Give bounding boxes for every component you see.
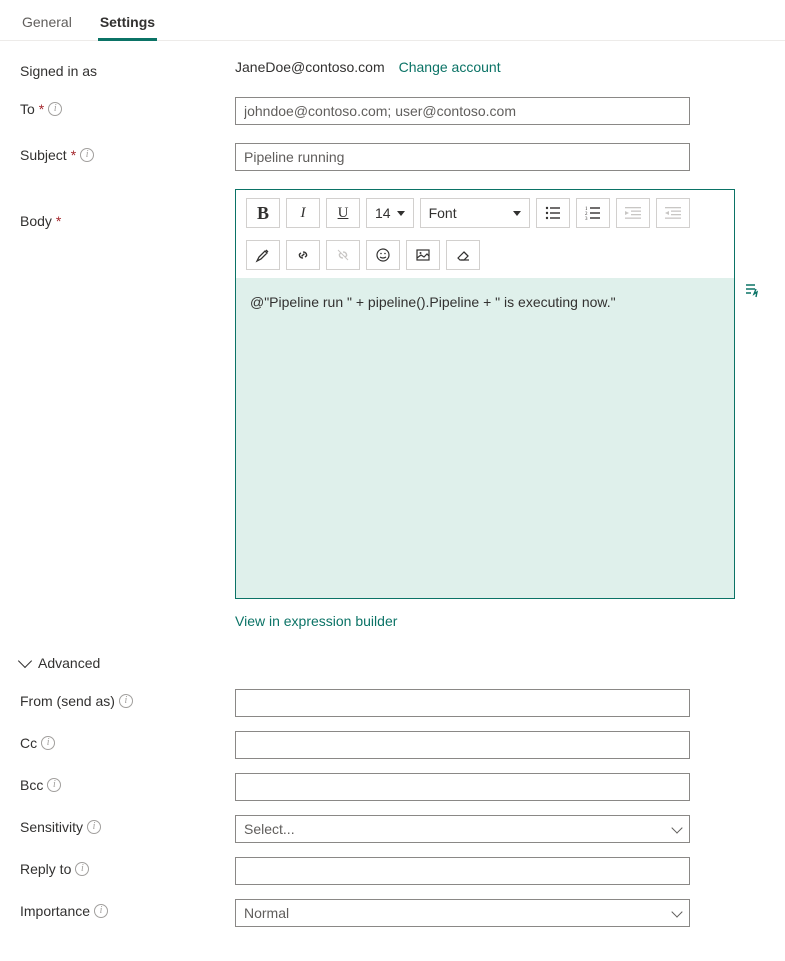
to-label: To	[20, 101, 35, 117]
info-icon[interactable]: i	[87, 820, 101, 834]
body-label: Body	[20, 213, 52, 229]
change-account-link[interactable]: Change account	[399, 59, 501, 75]
eraser-icon	[455, 247, 471, 263]
from-input[interactable]	[235, 689, 690, 717]
advanced-label: Advanced	[38, 655, 100, 671]
subject-label: Subject	[20, 147, 67, 163]
subject-input[interactable]	[235, 143, 690, 171]
image-button[interactable]	[406, 240, 440, 270]
row-to: To * i	[20, 97, 765, 125]
row-importance: Importance i Normal	[20, 899, 765, 927]
italic-button[interactable]: I	[286, 198, 320, 228]
tab-settings[interactable]: Settings	[98, 8, 157, 40]
outdent-icon	[625, 206, 641, 220]
bullet-list-button[interactable]	[536, 198, 570, 228]
bullet-list-icon	[545, 206, 561, 220]
cc-label: Cc	[20, 735, 37, 751]
view-expression-link[interactable]: View in expression builder	[235, 613, 735, 629]
info-icon[interactable]: i	[80, 148, 94, 162]
tabs-bar: General Settings	[0, 0, 785, 41]
chevron-down-icon	[671, 906, 682, 917]
chevron-down-icon	[18, 654, 32, 668]
svg-text:3: 3	[585, 217, 588, 220]
info-icon[interactable]: i	[47, 778, 61, 792]
chevron-down-icon	[671, 822, 682, 833]
sensitivity-label: Sensitivity	[20, 819, 83, 835]
emoji-button[interactable]	[366, 240, 400, 270]
info-icon[interactable]: i	[41, 736, 55, 750]
bcc-label: Bcc	[20, 777, 43, 793]
highlighter-icon	[255, 247, 271, 263]
indent-button[interactable]	[656, 198, 690, 228]
unlink-icon	[335, 247, 351, 263]
to-input[interactable]	[235, 97, 690, 125]
row-reply-to: Reply to i	[20, 857, 765, 885]
from-label: From (send as)	[20, 693, 115, 709]
outdent-button[interactable]	[616, 198, 650, 228]
cc-input[interactable]	[235, 731, 690, 759]
font-select[interactable]: Font	[420, 198, 530, 228]
sensitivity-value: Select...	[244, 821, 295, 837]
row-body: Body * B I U 14 Font	[20, 189, 765, 629]
highlighter-button[interactable]	[246, 240, 280, 270]
row-cc: Cc i	[20, 731, 765, 759]
row-subject: Subject * i	[20, 143, 765, 171]
emoji-icon	[375, 247, 391, 263]
signed-in-label: Signed in as	[20, 59, 235, 79]
indent-icon	[665, 206, 681, 220]
row-bcc: Bcc i	[20, 773, 765, 801]
link-button[interactable]	[286, 240, 320, 270]
reply-to-label: Reply to	[20, 861, 71, 877]
body-textarea[interactable]: @"Pipeline run " + pipeline().Pipeline +…	[236, 278, 734, 598]
signed-in-email: JaneDoe@contoso.com	[235, 59, 385, 75]
importance-value: Normal	[244, 905, 289, 921]
row-sensitivity: Sensitivity i Select...	[20, 815, 765, 843]
required-asterisk: *	[71, 147, 76, 163]
info-icon[interactable]: i	[94, 904, 108, 918]
settings-form: Signed in as JaneDoe@contoso.com Change …	[0, 41, 785, 961]
reply-to-input[interactable]	[235, 857, 690, 885]
required-asterisk: *	[56, 213, 61, 229]
importance-select[interactable]: Normal	[235, 899, 690, 927]
underline-button[interactable]: U	[326, 198, 360, 228]
image-icon	[415, 247, 431, 263]
fontsize-select[interactable]: 14	[366, 198, 414, 228]
number-list-button[interactable]: 123	[576, 198, 610, 228]
editor-toolbar: B I U 14 Font 123	[236, 190, 734, 278]
required-asterisk: *	[39, 101, 44, 117]
advanced-toggle[interactable]: Advanced	[20, 655, 765, 671]
dynamic-content-button[interactable]	[743, 281, 761, 299]
bcc-input[interactable]	[235, 773, 690, 801]
sensitivity-select[interactable]: Select...	[235, 815, 690, 843]
info-icon[interactable]: i	[75, 862, 89, 876]
body-editor: B I U 14 Font 123	[235, 189, 735, 599]
bold-button[interactable]: B	[246, 198, 280, 228]
tab-general[interactable]: General	[20, 8, 74, 40]
row-signed-in: Signed in as JaneDoe@contoso.com Change …	[20, 59, 765, 79]
unlink-button[interactable]	[326, 240, 360, 270]
info-icon[interactable]: i	[48, 102, 62, 116]
dynamic-content-icon	[743, 281, 761, 299]
eraser-button[interactable]	[446, 240, 480, 270]
importance-label: Importance	[20, 903, 90, 919]
row-from: From (send as) i	[20, 689, 765, 717]
info-icon[interactable]: i	[119, 694, 133, 708]
number-list-icon: 123	[585, 206, 601, 220]
link-icon	[295, 247, 311, 263]
